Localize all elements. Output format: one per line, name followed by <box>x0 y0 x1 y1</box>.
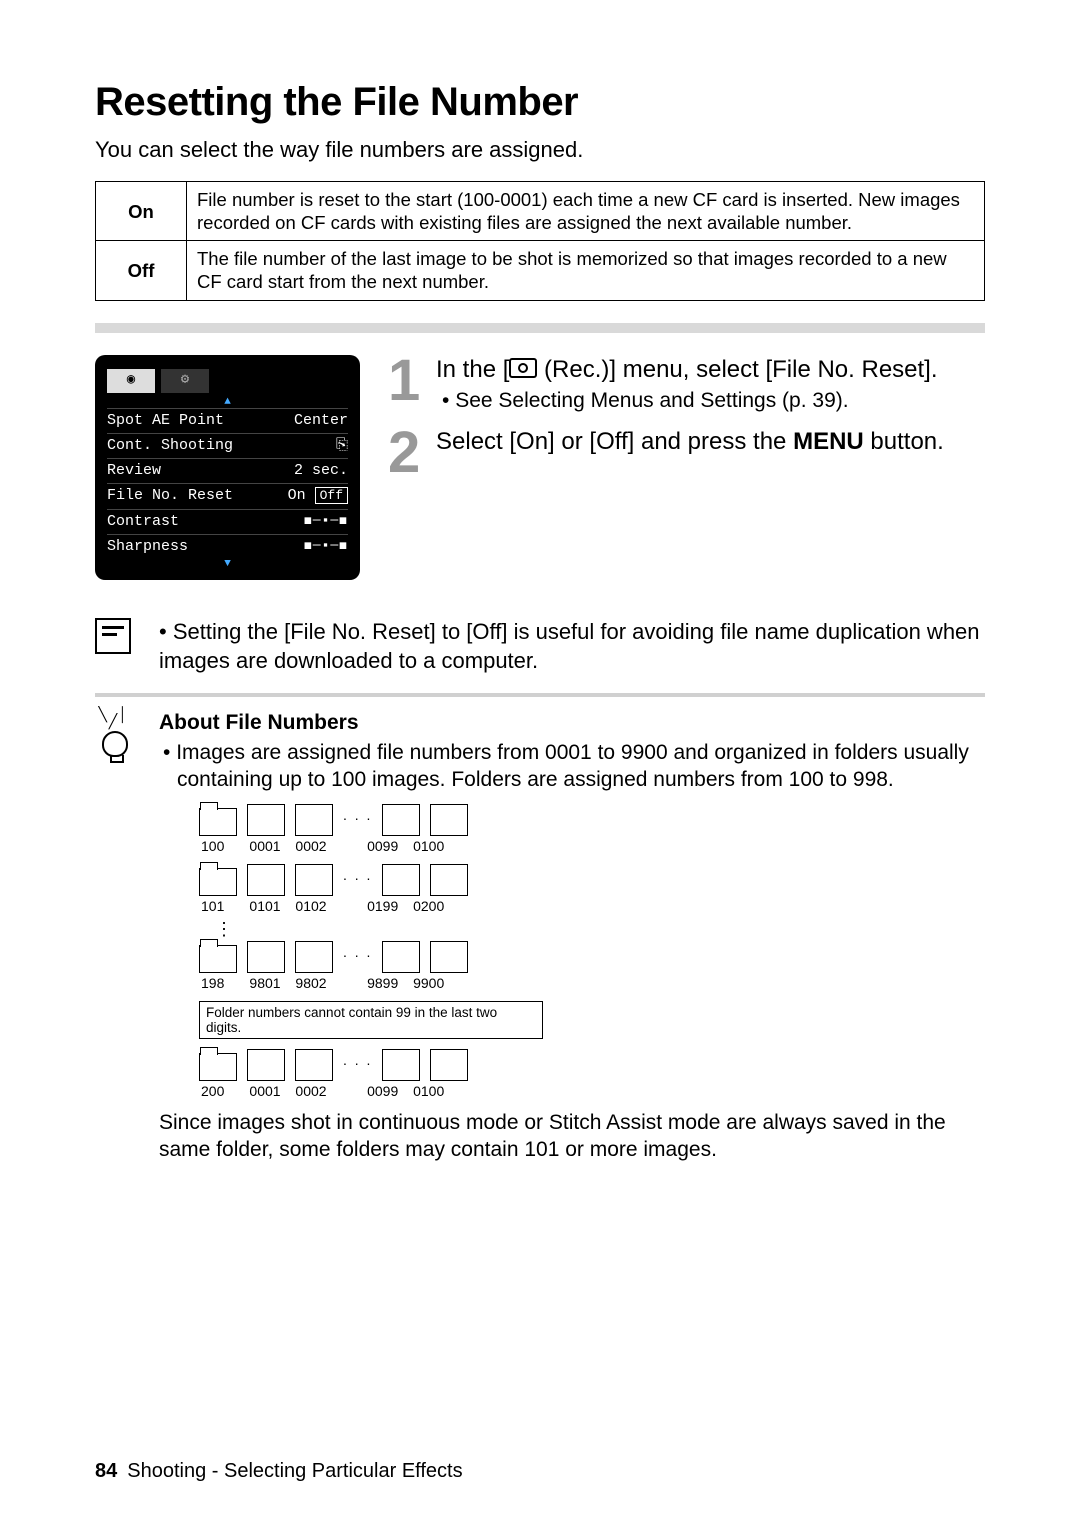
option-on-label: On <box>96 182 187 241</box>
option-off-desc: The file number of the last image to be … <box>187 241 985 300</box>
menu-item: Contrast <box>107 512 179 532</box>
option-on-desc: File number is reset to the start (100-0… <box>187 182 985 241</box>
note-icon <box>95 618 131 654</box>
step-number-2: 2 <box>388 427 424 479</box>
camera-icon <box>509 358 537 378</box>
menu-value: ◼─▪─◼ <box>304 512 348 532</box>
tip-paragraph-2: Since images shot in continuous mode or … <box>159 1109 985 1164</box>
tab-rec-icon: ◉ <box>107 369 155 393</box>
menu-item: Sharpness <box>107 537 188 557</box>
divider <box>95 693 985 697</box>
intro-text: You can select the way file numbers are … <box>95 137 985 163</box>
step-2-heading: Select [On] or [Off] and press the MENU … <box>436 427 944 457</box>
tab-setup-icon: ⚙ <box>161 369 209 393</box>
page-title: Resetting the File Number <box>95 80 985 125</box>
step-1-sub: See Selecting Menus and Settings (p. 39)… <box>436 389 938 413</box>
menu-item: Spot AE Point <box>107 411 224 431</box>
lightbulb-icon: ╲ │ ╱ <box>95 711 135 762</box>
note-text: • Setting the [File No. Reset] to [Off] … <box>155 618 985 675</box>
tip-paragraph-1: Images are assigned file numbers from 00… <box>159 739 985 794</box>
menu-value: Center <box>294 411 348 431</box>
step-number-1: 1 <box>388 355 424 417</box>
option-off-label: Off <box>96 241 187 300</box>
menu-value: On Off <box>288 486 348 506</box>
menu-value: ⎘ <box>336 436 348 456</box>
options-table: On File number is reset to the start (10… <box>95 181 985 301</box>
menu-item: Review <box>107 461 161 481</box>
menu-value: 2 sec. <box>294 461 348 481</box>
menu-item: Cont. Shooting <box>107 436 233 456</box>
step-1-heading: In the [ (Rec.)] menu, select [File No. … <box>436 355 938 385</box>
camera-menu-screenshot: ◉ ⚙ ▲ Spot AE PointCenter Cont. Shooting… <box>95 355 360 581</box>
page-footer: 84Shooting - Selecting Particular Effect… <box>95 1460 463 1483</box>
menu-item: File No. Reset <box>107 486 233 506</box>
tip-heading: About File Numbers <box>159 711 985 735</box>
diagram-note: Folder numbers cannot contain 99 in the … <box>199 1001 543 1039</box>
menu-value: ◼─▪─◼ <box>304 537 348 557</box>
folder-diagram: . . . 10000010002...00990100 . . . 10101… <box>199 804 549 1099</box>
divider <box>95 323 985 333</box>
